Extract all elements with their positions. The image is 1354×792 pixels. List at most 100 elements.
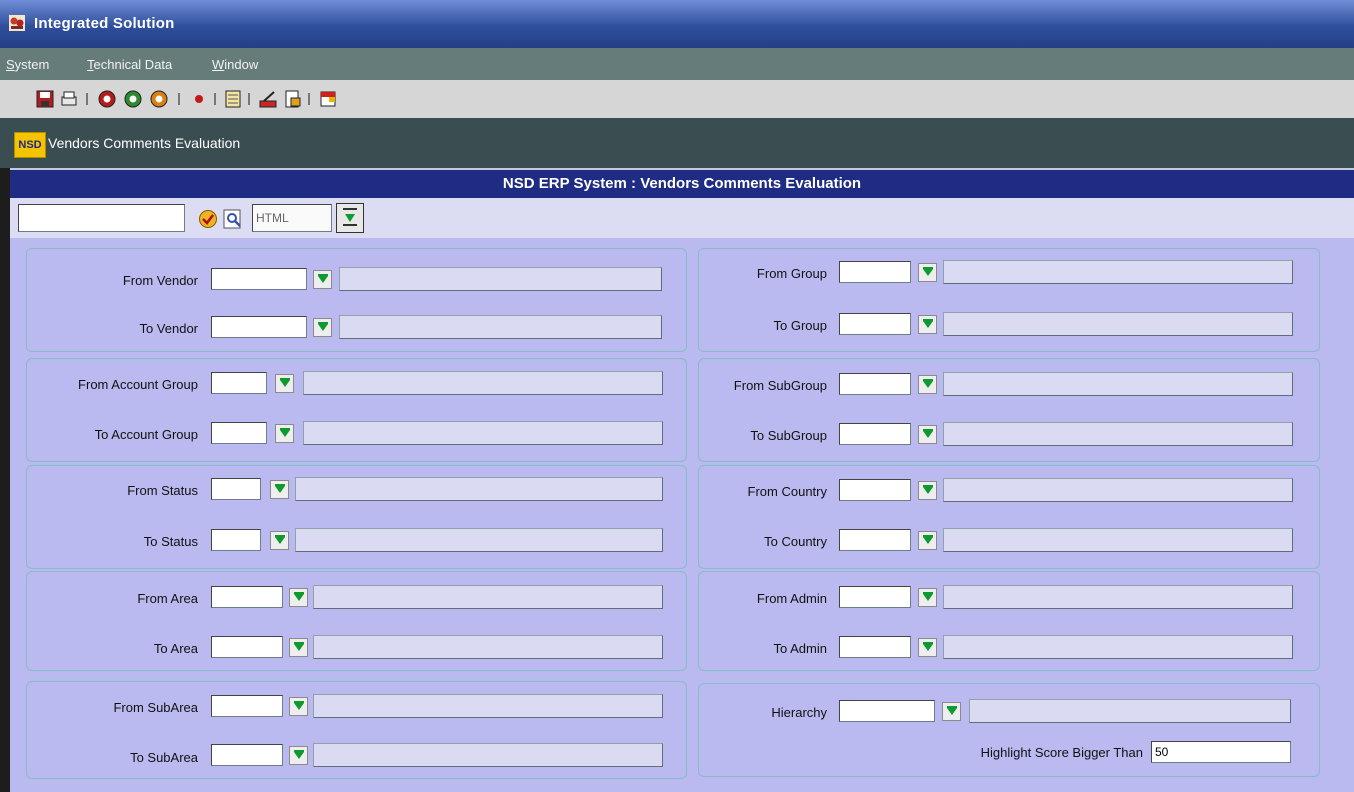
from-group-input[interactable] [839, 261, 911, 283]
document-icon[interactable] [283, 89, 303, 109]
highlight-score-input[interactable] [1151, 741, 1291, 763]
format-input[interactable] [252, 204, 332, 232]
to-subgroup-input[interactable] [839, 423, 911, 445]
admin-panel: From Admin To Admin [698, 571, 1320, 671]
to-group-label: To Group [773, 318, 827, 333]
stop-icon[interactable] [189, 89, 209, 109]
save-icon[interactable] [35, 89, 55, 109]
from-account-group-input[interactable] [211, 372, 267, 394]
from-group-label: From Group [756, 266, 827, 281]
hierarchy-dropdown[interactable] [942, 702, 961, 721]
to-country-dropdown[interactable] [918, 531, 937, 550]
toolbar-separator [248, 93, 250, 105]
green-circle-icon[interactable] [123, 89, 143, 109]
search-bar [10, 198, 1354, 238]
from-account-group-label: From Account Group [78, 377, 198, 392]
to-status-label: To Status [143, 534, 198, 549]
to-area-dropdown[interactable] [289, 638, 308, 657]
status-panel: From Status To Status [26, 465, 687, 569]
red-circle-icon[interactable] [97, 89, 117, 109]
left-border [0, 168, 10, 792]
hierarchy-panel: Hierarchy Highlight Score Bigger Than [698, 683, 1320, 777]
toolbar [0, 80, 1354, 119]
to-status-dropdown[interactable] [270, 531, 289, 550]
from-subarea-input[interactable] [211, 695, 283, 717]
from-admin-dropdown[interactable] [918, 588, 937, 607]
title-bar: Integrated Solution [0, 0, 1354, 48]
to-area-input[interactable] [211, 636, 283, 658]
hierarchy-description [969, 699, 1291, 723]
to-country-input[interactable] [839, 529, 911, 551]
to-country-description [943, 528, 1293, 552]
from-admin-input[interactable] [839, 586, 911, 608]
menu-bar: System Technical Data Window [0, 48, 1354, 80]
hierarchy-input[interactable] [839, 700, 935, 722]
edit-icon[interactable] [258, 89, 278, 109]
from-country-input[interactable] [839, 479, 911, 501]
from-area-label: From Area [137, 591, 198, 606]
from-subarea-dropdown[interactable] [289, 697, 308, 716]
from-status-input[interactable] [211, 478, 261, 500]
to-status-input[interactable] [211, 529, 261, 551]
toolbar-separator [214, 93, 216, 105]
to-vendor-description [339, 315, 662, 339]
nsd-logo: NSD [14, 132, 46, 158]
to-subgroup-dropdown[interactable] [918, 425, 937, 444]
from-group-description [943, 260, 1293, 284]
to-group-input[interactable] [839, 313, 911, 335]
from-subgroup-dropdown[interactable] [918, 375, 937, 394]
to-subarea-label: To SubArea [130, 750, 198, 765]
to-subarea-dropdown[interactable] [289, 746, 308, 765]
to-admin-dropdown[interactable] [918, 638, 937, 657]
highlight-score-label: Highlight Score Bigger Than [980, 745, 1143, 760]
exit-icon[interactable] [318, 89, 338, 109]
from-account-group-description [303, 371, 663, 395]
orange-circle-icon[interactable] [149, 89, 169, 109]
from-subgroup-label: From SubGroup [733, 378, 827, 393]
subgroup-panel: From SubGroup To SubGroup [698, 358, 1320, 462]
app-icon [9, 15, 25, 31]
menu-technical-data[interactable]: Technical Data [87, 57, 172, 72]
from-area-description [313, 585, 663, 609]
from-area-input[interactable] [211, 586, 283, 608]
print-preview-icon[interactable] [222, 208, 244, 230]
to-area-description [313, 635, 663, 659]
from-account-group-dropdown[interactable] [275, 374, 294, 393]
from-status-description [295, 477, 663, 501]
from-status-dropdown[interactable] [270, 480, 289, 499]
to-account-group-dropdown[interactable] [275, 424, 294, 443]
to-subarea-description [313, 743, 663, 767]
search-input[interactable] [18, 204, 185, 232]
to-account-group-description [303, 421, 663, 445]
menu-system[interactable]: System [6, 57, 49, 72]
from-area-dropdown[interactable] [289, 588, 308, 607]
toolbar-separator [308, 93, 310, 105]
page-title: NSD ERP System : Vendors Comments Evalua… [10, 170, 1354, 198]
from-group-dropdown[interactable] [918, 263, 937, 282]
from-country-dropdown[interactable] [918, 481, 937, 500]
from-subgroup-input[interactable] [839, 373, 911, 395]
grid-icon[interactable] [223, 89, 243, 109]
to-subgroup-description [943, 422, 1293, 446]
print-icon[interactable] [59, 89, 79, 109]
to-account-group-input[interactable] [211, 422, 267, 444]
to-vendor-dropdown[interactable] [313, 318, 332, 337]
from-subgroup-description [943, 372, 1293, 396]
to-vendor-input[interactable] [211, 316, 307, 338]
to-admin-input[interactable] [839, 636, 911, 658]
to-admin-label: To Admin [773, 641, 827, 656]
from-subarea-label: From SubArea [113, 700, 198, 715]
from-vendor-dropdown[interactable] [313, 270, 332, 289]
to-status-description [295, 528, 663, 552]
toolbar-separator [178, 93, 180, 105]
toolbar-separator [86, 93, 88, 105]
to-group-dropdown[interactable] [918, 315, 937, 334]
to-subarea-input[interactable] [211, 744, 283, 766]
check-icon[interactable] [198, 209, 218, 229]
menu-window[interactable]: Window [212, 57, 258, 72]
to-country-label: To Country [764, 534, 827, 549]
to-admin-description [943, 635, 1293, 659]
to-group-description [943, 312, 1293, 336]
from-vendor-input[interactable] [211, 268, 307, 290]
format-dropdown-button[interactable] [336, 203, 364, 233]
